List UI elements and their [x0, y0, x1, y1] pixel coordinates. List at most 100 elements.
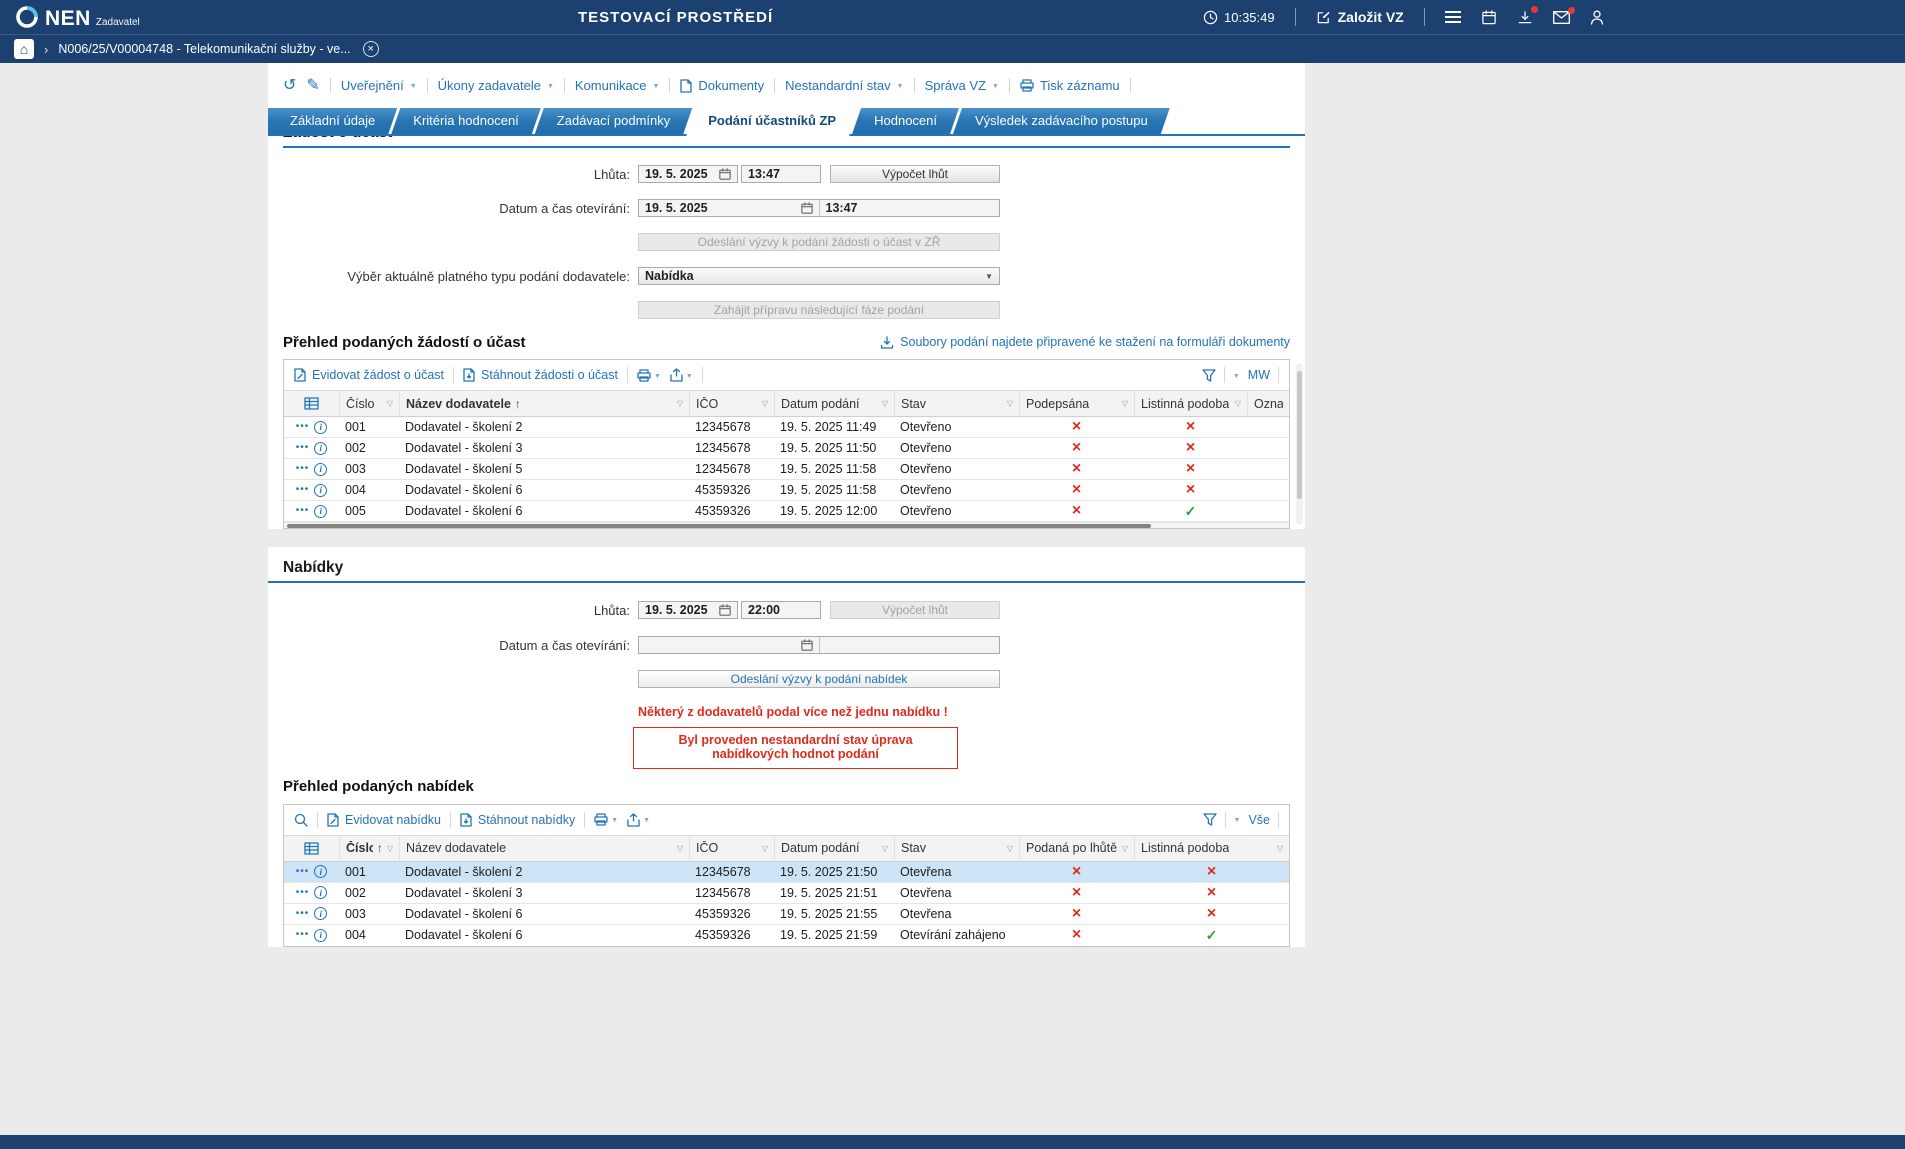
zadost-row-4[interactable]: •••i 004 Dodavatel - školení 6 45359326 … — [284, 480, 1289, 501]
view-name[interactable]: Vše — [1248, 813, 1270, 827]
views-caret-icon[interactable]: ▼ — [1234, 817, 1241, 824]
breadcrumb-item[interactable]: N006/25/V00004748 - Telekomunikační služ… — [58, 42, 350, 56]
messages-button[interactable] — [1553, 11, 1570, 24]
row-menu-icon[interactable]: ••• — [296, 485, 310, 495]
col-podana-po-lhute[interactable]: Podaná po lhůtě▽ — [1019, 836, 1134, 861]
row-menu-icon[interactable]: ••• — [296, 888, 310, 898]
tab-podani-ucastniku-zp[interactable]: Podání účastníků ZP — [686, 108, 858, 136]
columns-settings-button[interactable] — [284, 391, 339, 416]
downloads-button[interactable] — [1517, 10, 1533, 25]
info-icon[interactable]: i — [314, 442, 327, 455]
row-menu-icon[interactable]: ••• — [296, 506, 310, 516]
odeslani-vyzvy-zadost-button[interactable]: Odeslání výzvy k podání žádosti o účast … — [638, 233, 1000, 251]
menu-komunikace[interactable]: Komunikace▼ — [575, 78, 659, 93]
vypocet-lhut-button[interactable]: Výpočet lhůt — [830, 165, 1000, 183]
filter-caret-icon[interactable]: ▽ — [1122, 844, 1128, 853]
menu-ukony-zadavatele[interactable]: Úkony zadavatele▼ — [438, 78, 554, 93]
vypocet-lhut-button[interactable]: Výpočet lhůt — [830, 601, 1000, 619]
col-nazev-dodavatele[interactable]: Název dodavatele↑▽ — [399, 391, 689, 416]
export-table-button[interactable]: ▼ — [627, 813, 650, 827]
filter-caret-icon[interactable]: ▽ — [1122, 399, 1128, 408]
col-ico[interactable]: IČO▽ — [689, 391, 774, 416]
tab-hodnoceni[interactable]: Hodnocení — [852, 108, 959, 134]
tab-zadavaci-podminky[interactable]: Zadávací podmínky — [535, 108, 692, 134]
otevirani-datetime-input[interactable] — [638, 636, 1000, 654]
info-icon[interactable]: i — [314, 484, 327, 497]
col-listinna-podoba[interactable]: Listinná podoba▽ — [1134, 836, 1289, 861]
nabidka-row-4[interactable]: •••i 004 Dodavatel - školení 6 45359326 … — [284, 925, 1289, 946]
menu-tisk-zaznamu[interactable]: Tisk záznamu — [1020, 78, 1120, 93]
row-menu-icon[interactable]: ••• — [296, 867, 310, 877]
menu-nestandardni-stav[interactable]: Nestandardní stav▼ — [785, 78, 903, 93]
print-table-button[interactable]: ▼ — [594, 813, 618, 826]
lhuta-time-input[interactable]: 13:47 — [741, 165, 821, 183]
vertical-scrollbar[interactable] — [1296, 363, 1303, 525]
edit-icon[interactable]: ✎ — [306, 78, 319, 94]
calendar-icon[interactable] — [719, 604, 731, 616]
nabidka-row-3[interactable]: •••i 003 Dodavatel - školení 6 45359326 … — [284, 904, 1289, 925]
nabidka-row-2[interactable]: •••i 002 Dodavatel - školení 3 12345678 … — [284, 883, 1289, 904]
columns-settings-button[interactable] — [284, 836, 339, 861]
info-icon[interactable]: i — [314, 463, 327, 476]
filter-caret-icon[interactable]: ▽ — [762, 399, 768, 408]
nen-logo[interactable]: NEN Zadavatel — [14, 4, 140, 30]
stahnout-zadosti-button[interactable]: Stáhnout žádosti o účast — [463, 368, 618, 382]
col-datum-podani[interactable]: Datum podání▽ — [774, 836, 894, 861]
search-button[interactable] — [294, 813, 308, 827]
menu-icon[interactable] — [1445, 11, 1461, 23]
col-podepsana[interactable]: Podepsána▽ — [1019, 391, 1134, 416]
soubory-podani-link[interactable]: Soubory podání najdete připravené ke sta… — [880, 335, 1290, 349]
row-menu-icon[interactable]: ••• — [296, 909, 310, 919]
zalozit-vz-button[interactable]: Založit VZ — [1316, 9, 1404, 25]
otevirani-datetime-input[interactable]: 19. 5. 2025 13:47 — [638, 199, 1000, 217]
nabidka-row-1[interactable]: •••i 001 Dodavatel - školení 2 12345678 … — [284, 862, 1289, 883]
col-stav[interactable]: Stav▽ — [894, 836, 1019, 861]
col-datum-podani[interactable]: Datum podání▽ — [774, 391, 894, 416]
filter-caret-icon[interactable]: ▽ — [882, 844, 888, 853]
zadost-row-3[interactable]: •••i 003 Dodavatel - školení 5 12345678 … — [284, 459, 1289, 480]
menu-dokumenty[interactable]: Dokumenty — [680, 78, 764, 93]
zadost-row-2[interactable]: •••i 002 Dodavatel - školení 3 12345678 … — [284, 438, 1289, 459]
filter-button[interactable] — [1203, 813, 1217, 826]
close-record-button[interactable]: × — [363, 41, 379, 57]
print-table-button[interactable]: ▼ — [637, 369, 661, 382]
tab-vysledek-zadavaciho-postupu[interactable]: Výsledek zadávacího postupu — [953, 108, 1170, 134]
row-menu-icon[interactable]: ••• — [296, 930, 310, 940]
filter-caret-icon[interactable]: ▽ — [387, 399, 393, 408]
calendar-icon[interactable] — [801, 639, 813, 651]
filter-caret-icon[interactable]: ▽ — [882, 399, 888, 408]
col-ico[interactable]: IČO▽ — [689, 836, 774, 861]
profile-button[interactable] — [1590, 10, 1604, 25]
filter-caret-icon[interactable]: ▽ — [762, 844, 768, 853]
view-name[interactable]: MW — [1248, 368, 1270, 382]
filter-caret-icon[interactable]: ▽ — [677, 844, 683, 853]
tab-kriteria-hodnoceni[interactable]: Kritéria hodnocení — [391, 108, 541, 134]
export-table-button[interactable]: ▼ — [670, 368, 693, 382]
info-icon[interactable]: i — [314, 907, 327, 920]
tab-zakladni-udaje[interactable]: Základní údaje — [268, 108, 397, 134]
filter-caret-icon[interactable]: ▽ — [1007, 399, 1013, 408]
zadost-row-1[interactable]: •••i 001 Dodavatel - školení 2 12345678 … — [284, 417, 1289, 438]
typ-podani-select[interactable]: Nabídka ▼ — [638, 267, 1000, 285]
row-menu-icon[interactable]: ••• — [296, 443, 310, 453]
stahnout-nabidky-button[interactable]: Stáhnout nabídky — [460, 813, 575, 827]
evidovat-zadost-button[interactable]: Evidovat žádost o účast — [294, 368, 444, 382]
row-menu-icon[interactable]: ••• — [296, 422, 310, 432]
filter-caret-icon[interactable]: ▽ — [387, 844, 393, 853]
menu-sprava-vz[interactable]: Správa VZ▼ — [925, 78, 999, 93]
home-button[interactable]: ⌂ — [14, 39, 34, 59]
col-stav[interactable]: Stav▽ — [894, 391, 1019, 416]
col-nazev-dodavatele[interactable]: Název dodavatele▽ — [399, 836, 689, 861]
col-listinna-podoba[interactable]: Listinná podoba▽ — [1134, 391, 1247, 416]
filter-caret-icon[interactable]: ▽ — [1235, 399, 1241, 408]
zadost-row-5[interactable]: •••i 005 Dodavatel - školení 6 45359326 … — [284, 501, 1289, 522]
calendar-icon[interactable] — [719, 168, 731, 180]
zahajit-pripravu-button[interactable]: Zahájit přípravu následující fáze podání — [638, 301, 1000, 319]
info-icon[interactable]: i — [314, 505, 327, 518]
info-icon[interactable]: i — [314, 929, 327, 942]
info-icon[interactable]: i — [314, 886, 327, 899]
calendar-icon[interactable] — [801, 202, 813, 214]
lhuta-time-input[interactable]: 22:00 — [741, 601, 821, 619]
filter-caret-icon[interactable]: ▽ — [1007, 844, 1013, 853]
views-caret-icon[interactable]: ▼ — [1233, 373, 1240, 380]
